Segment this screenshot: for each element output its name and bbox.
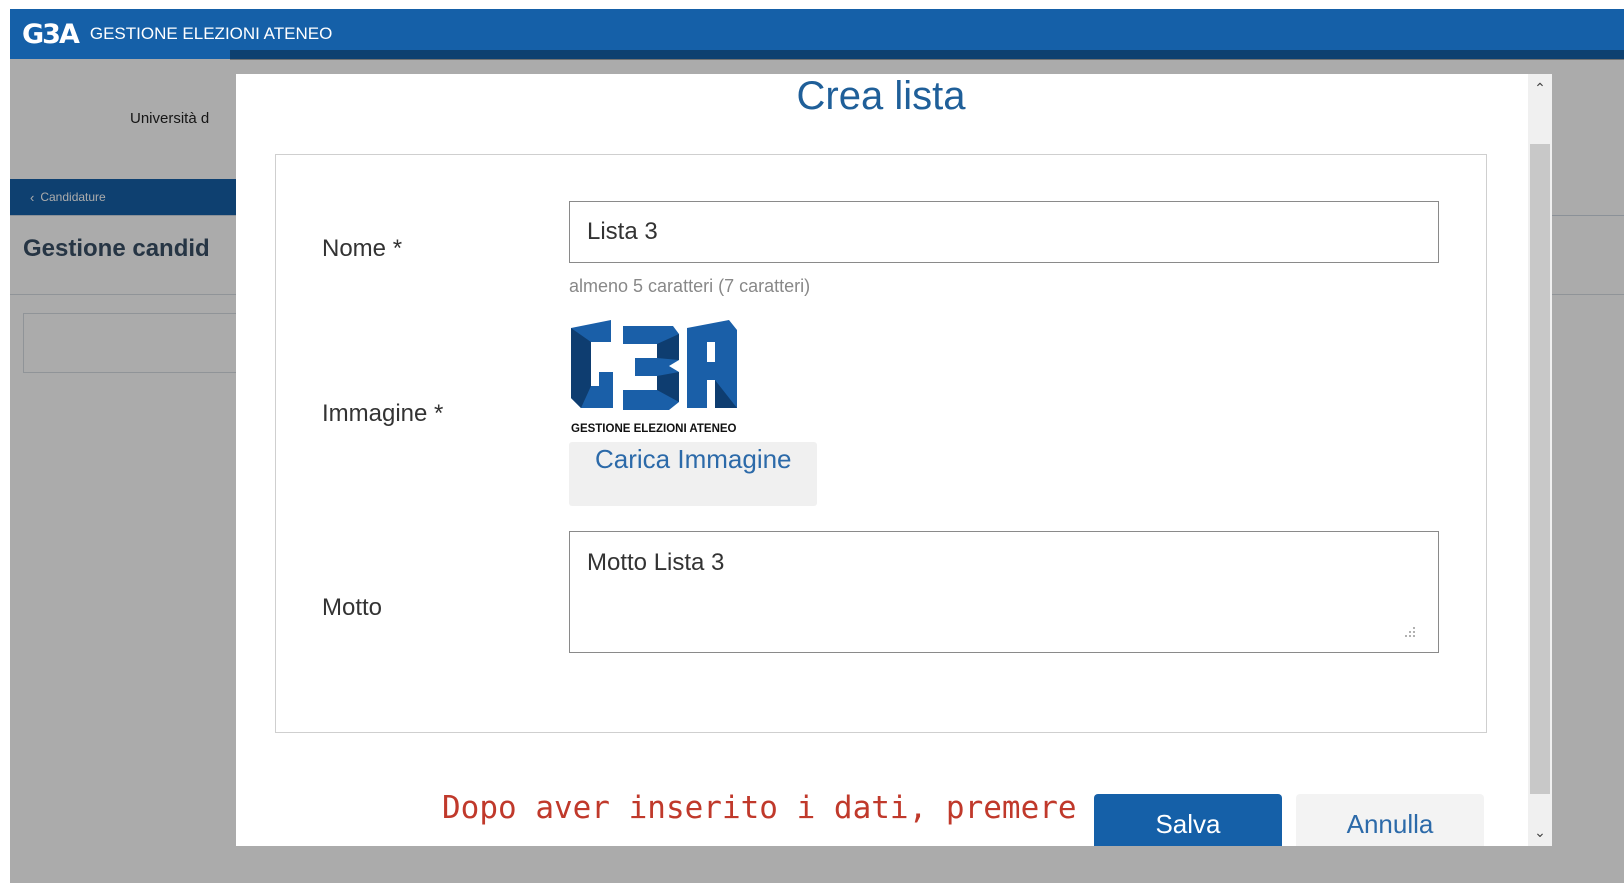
motto-value: Motto Lista 3 [587, 549, 725, 576]
g3a-logo-icon: GESTIONE ELEZIONI ATENEO [571, 320, 737, 435]
form-card: Nome * Lista 3 almeno 5 caratteri (7 car… [275, 154, 1487, 733]
modal-title: Crea lista [236, 74, 1526, 118]
scrollbar-thumb[interactable] [1530, 144, 1550, 794]
list-image-preview: GESTIONE ELEZIONI ATENEO [569, 320, 739, 438]
upload-image-button[interactable]: Carica Immagine [569, 442, 817, 506]
nome-input[interactable]: Lista 3 [569, 201, 1439, 263]
motto-textarea[interactable]: Motto Lista 3 [569, 531, 1439, 653]
chevron-down-icon[interactable]: ⌄ [1528, 820, 1552, 844]
modal-scrollbar[interactable]: ⌃ ⌄ [1528, 74, 1552, 846]
logo-caption: GESTIONE ELEZIONI ATENEO [571, 423, 737, 435]
save-button[interactable]: Salva [1094, 794, 1282, 846]
nome-hint: almeno 5 caratteri (7 caratteri) [569, 276, 811, 296]
app-logo: G3A [22, 18, 80, 50]
immagine-label: Immagine * [322, 400, 444, 427]
create-list-modal: Crea lista Nome * Lista 3 almeno 5 carat… [236, 74, 1552, 846]
chevron-up-icon[interactable]: ⌃ [1528, 76, 1552, 100]
motto-label: Motto [322, 594, 383, 621]
resize-grip-icon[interactable] [1402, 624, 1416, 638]
cancel-button[interactable]: Annulla [1296, 794, 1484, 846]
app-title: GESTIONE ELEZIONI ATENEO [89, 24, 333, 43]
footer-instruction: Dopo aver inserito i dati, premere Salva [442, 790, 1189, 826]
nome-label: Nome * [322, 235, 403, 262]
modal-title-text: Crea lista [796, 74, 966, 118]
